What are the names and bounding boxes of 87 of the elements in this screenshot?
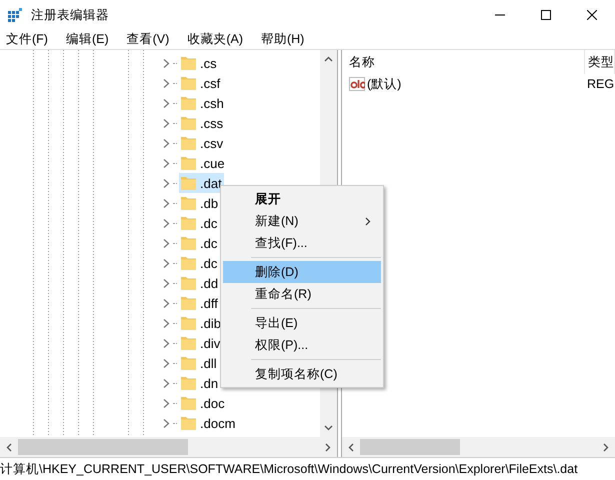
expand-chevron-icon[interactable] [162,78,171,88]
context-menu-item[interactable]: 复制项名称(C) [223,363,381,385]
expand-chevron-icon[interactable] [162,158,171,168]
string-value-icon [349,77,365,91]
value-type: REG [586,77,614,91]
tree-item[interactable]: .csf [179,73,222,93]
folder-icon [181,256,196,270]
menu-item[interactable]: 查看(V) [120,31,178,48]
folder-icon [181,116,196,130]
value-name[interactable]: (默认) [367,76,402,92]
expand-chevron-icon[interactable] [162,378,171,388]
window-title: 注册表编辑器 [31,6,109,24]
tree-item[interactable]: .css [179,113,226,133]
context-menu-item[interactable]: 导出(E) [223,312,381,334]
folder-icon [181,216,196,230]
tree-item[interactable]: .dll [179,353,219,373]
tree-item[interactable]: .db [179,193,220,213]
expand-chevron-icon[interactable] [162,358,171,368]
folder-icon [181,396,196,410]
context-menu-item[interactable]: 展开 [223,188,381,210]
folder-icon [181,136,196,150]
horizontal-scrollbar[interactable] [342,437,615,457]
menu-item[interactable]: 编辑(E) [60,31,117,48]
folder-icon [181,156,196,170]
folder-icon [181,376,196,390]
folder-icon [181,276,196,290]
folder-icon [181,316,196,330]
scroll-up-icon[interactable] [324,56,333,62]
expand-chevron-icon[interactable] [162,58,171,68]
tree-item[interactable]: .dd [179,273,220,293]
expand-chevron-icon[interactable] [162,298,171,308]
tree-item[interactable]: .dff [179,293,220,313]
tree-item[interactable]: .dat [179,173,224,193]
expand-chevron-icon[interactable] [162,218,171,228]
folder-icon [181,76,196,90]
scroll-right-icon[interactable] [325,442,331,452]
expand-chevron-icon[interactable] [162,198,171,208]
folder-icon [181,236,196,250]
context-menu-item[interactable]: 删除(D) [223,261,381,283]
expand-chevron-icon[interactable] [162,338,171,348]
scroll-left-icon[interactable] [348,442,354,452]
horizontal-scrollbar[interactable] [0,437,337,457]
tree-item[interactable]: .dc [179,233,220,253]
folder-icon [181,416,196,430]
expand-chevron-icon[interactable] [162,178,171,188]
expand-chevron-icon[interactable] [162,398,171,408]
expand-chevron-icon[interactable] [162,258,171,268]
folder-icon [181,96,196,110]
tree-item[interactable]: .csh [179,93,226,113]
tree-item[interactable]: .docm [179,413,238,433]
expand-chevron-icon[interactable] [162,318,171,328]
expand-chevron-icon[interactable] [162,418,171,428]
expand-chevron-icon[interactable] [162,118,171,128]
context-menu-item[interactable]: 查找(F)... [223,232,381,254]
expand-chevron-icon[interactable] [162,98,171,108]
tree-item[interactable]: .dn [179,373,220,393]
folder-icon [181,336,196,350]
menu-item[interactable]: 收藏夹(A) [181,31,251,48]
scroll-right-icon[interactable] [603,442,609,452]
folder-icon [181,56,196,70]
context-menu-item[interactable]: 权限(P)... [223,334,381,356]
context-menu-item[interactable]: 新建(N) [223,210,381,232]
registry-app-icon [7,7,23,23]
expand-chevron-icon[interactable] [162,278,171,288]
close-icon [587,10,597,20]
tree-item[interactable]: .csv [179,133,226,153]
tree-item[interactable]: .dib [179,313,223,333]
expand-chevron-icon[interactable] [162,238,171,248]
menu-item[interactable]: 文件(F) [0,31,56,48]
tree-item[interactable]: .cue [179,153,227,173]
scroll-left-icon[interactable] [6,442,12,452]
tree-item[interactable]: .dc [179,253,220,273]
folder-icon [181,196,196,210]
tree-item[interactable]: .cs [179,53,219,73]
column-header[interactable]: 类型 [585,50,615,74]
folder-icon [181,176,196,190]
expand-chevron-icon[interactable] [162,138,171,148]
maximize-icon [541,10,551,20]
column-header[interactable]: 名称 [342,50,585,74]
folder-icon [181,356,196,370]
folder-icon [181,296,196,310]
context-menu-item[interactable]: 重命名(R) [223,283,381,305]
menu-item[interactable]: 帮助(H) [254,31,312,48]
tree-item[interactable]: .div [179,333,222,353]
tree-item[interactable]: .dc [179,213,220,233]
tree-item[interactable]: .doc [179,393,227,413]
scroll-down-icon[interactable] [324,425,333,431]
